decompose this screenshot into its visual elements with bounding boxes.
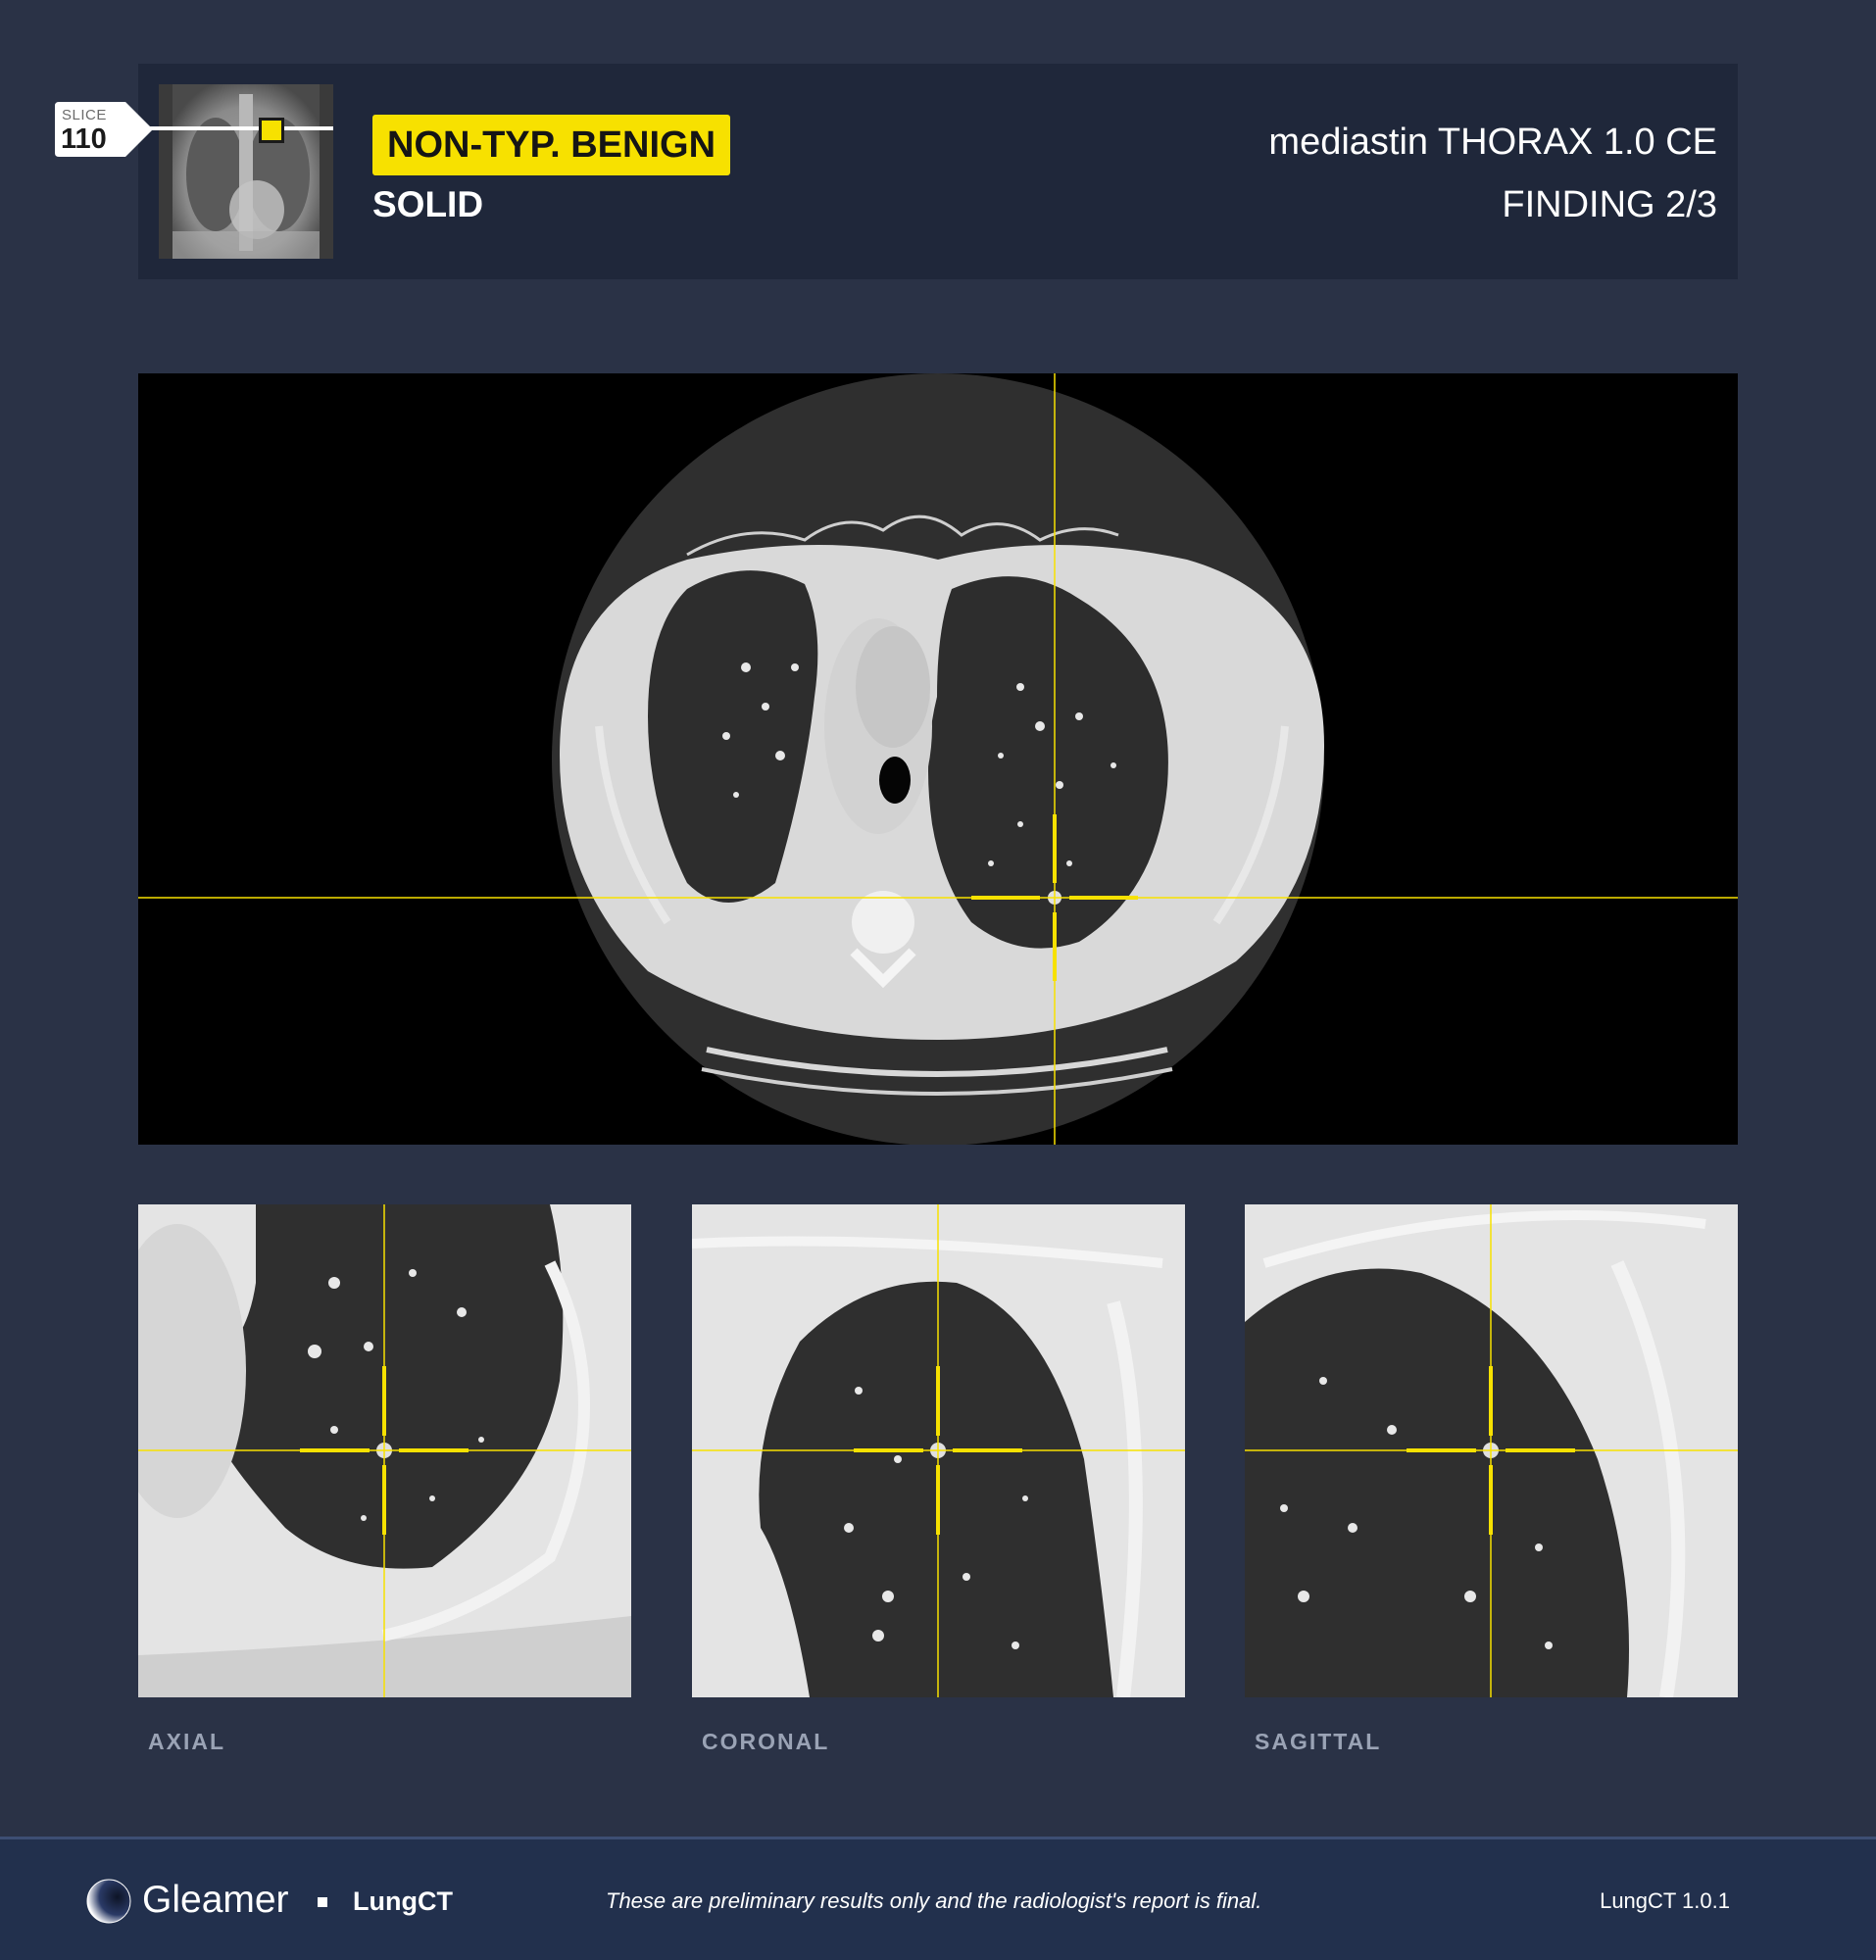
axial-ct-image — [138, 373, 1738, 1145]
sagittal-viewer[interactable] — [1245, 1204, 1738, 1697]
disclaimer: These are preliminary results only and t… — [606, 1888, 1262, 1913]
series-description: mediastin THORAX 1.0 CE — [1268, 122, 1717, 163]
sagittal-label: SAGITTAL — [1255, 1729, 1382, 1754]
axial-viewer[interactable] — [138, 1204, 631, 1697]
sagittal-zoom-image — [1245, 1204, 1738, 1697]
coronal-zoom-image — [692, 1204, 1185, 1697]
separator-dot — [318, 1897, 327, 1907]
main-ct-viewer[interactable] — [138, 373, 1738, 1145]
scout-image — [159, 84, 333, 259]
product-name: LungCT — [353, 1886, 453, 1916]
coronal-viewer[interactable] — [692, 1204, 1185, 1697]
page: SLICE 110 NON-TYP. BENIGN SOLID mediasti… — [0, 0, 1876, 1960]
nodule-type: SOLID — [372, 184, 484, 224]
version-label: LungCT 1.0.1 — [1600, 1888, 1730, 1913]
coronal-label: CORONAL — [702, 1729, 830, 1754]
scout-thumbnail[interactable] — [159, 84, 333, 259]
slice-number: 110 — [61, 123, 107, 155]
slice-indicator: SLICE 110 — [55, 102, 155, 157]
axial-label: AXIAL — [148, 1729, 225, 1754]
brand-name: Gleamer — [142, 1879, 289, 1921]
footer: Gleamer LungCT These are preliminary res… — [0, 1837, 1876, 1960]
finding-index[interactable]: FINDING 2/3 — [1502, 184, 1717, 226]
axial-zoom-image — [138, 1204, 631, 1697]
slice-position-marker[interactable] — [259, 118, 284, 143]
classification-badge: NON-TYP. BENIGN — [372, 115, 731, 175]
slice-label: SLICE — [62, 107, 107, 123]
gleamer-logo-icon — [86, 1879, 131, 1924]
